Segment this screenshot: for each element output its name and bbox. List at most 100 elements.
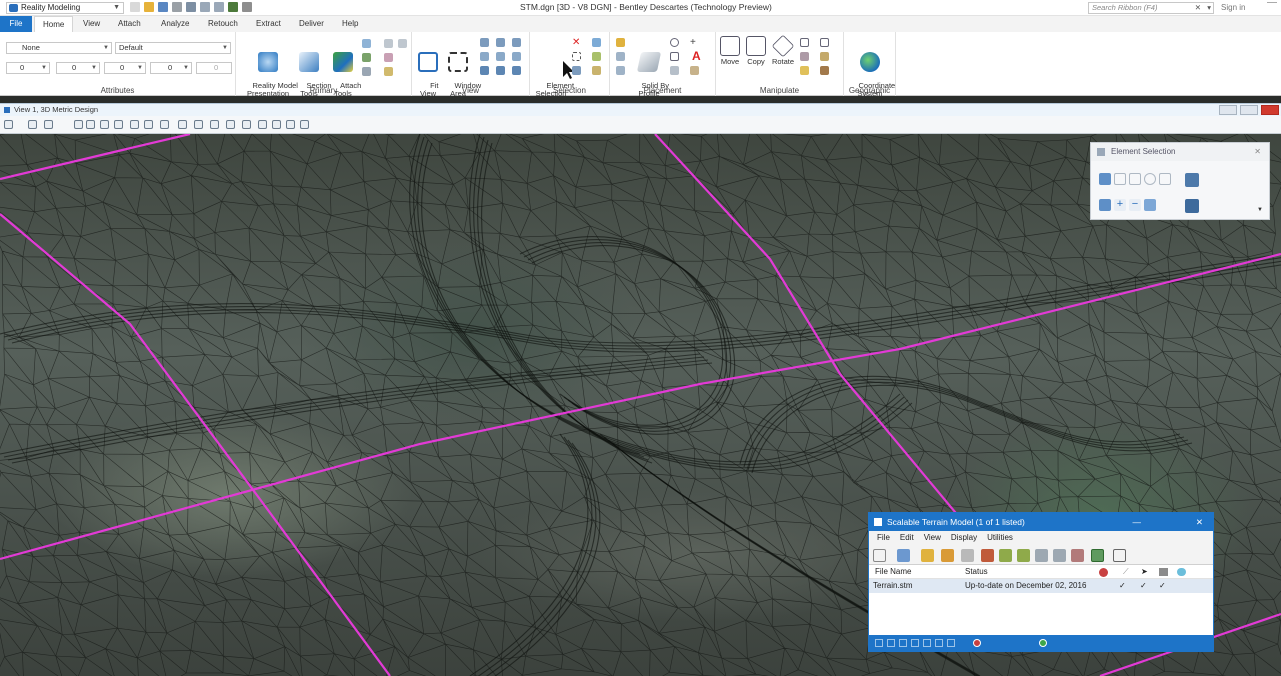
new-file-icon[interactable] xyxy=(130,2,140,12)
view-previous-icon[interactable] xyxy=(512,52,521,61)
view-minimize-icon[interactable] xyxy=(1219,105,1237,115)
select-all-icon[interactable] xyxy=(592,38,601,47)
add-mode-icon[interactable]: + xyxy=(1114,199,1126,211)
array-icon[interactable] xyxy=(800,52,809,61)
select-by-icon[interactable] xyxy=(592,52,601,61)
tab-analyze[interactable]: Analyze xyxy=(153,16,197,32)
element-selection-button[interactable]: Element Selection xyxy=(534,36,574,106)
rotate-view-icon[interactable] xyxy=(144,120,153,129)
chevron-down-icon[interactable]: ▾ xyxy=(1207,3,1211,13)
menu-view[interactable]: View xyxy=(924,531,941,545)
view-close-icon[interactable] xyxy=(1261,105,1279,115)
column-file-name[interactable]: File Name xyxy=(875,565,911,579)
print-icon[interactable] xyxy=(186,2,196,12)
create-terrain-icon[interactable] xyxy=(981,549,994,562)
layers-icon[interactable] xyxy=(384,53,393,62)
search-ribbon-input[interactable]: Search Ribbon (F4) ✕ ▾ xyxy=(1088,2,1214,14)
camera-icon[interactable] xyxy=(272,120,281,129)
menu-file[interactable]: File xyxy=(877,531,890,545)
new-mode-icon[interactable] xyxy=(1099,199,1111,211)
transparency-dropdown[interactable]: 0 ▼ xyxy=(150,62,192,74)
close-icon[interactable]: ✕ xyxy=(1254,143,1261,161)
pan-view-icon[interactable] xyxy=(160,120,169,129)
circle-select-icon[interactable] xyxy=(1144,173,1156,185)
view-settings-icon[interactable] xyxy=(512,66,521,75)
view-maximize-icon[interactable] xyxy=(1240,105,1258,115)
reality-model-presentation-button[interactable]: Reality Model Presentation xyxy=(240,36,298,106)
zoom-out-icon[interactable] xyxy=(100,120,109,129)
camera-icon[interactable] xyxy=(480,66,489,75)
clip-mask-icon[interactable] xyxy=(258,120,267,129)
walk-icon[interactable] xyxy=(496,52,505,61)
minimize-icon[interactable]: — xyxy=(1133,513,1142,531)
open-folder-icon[interactable] xyxy=(921,549,934,562)
scale-icon[interactable] xyxy=(800,38,809,47)
weight-dropdown[interactable]: 0 ▼ xyxy=(104,62,146,74)
menu-display[interactable]: Display xyxy=(951,531,977,545)
attach-folder-icon[interactable] xyxy=(941,549,954,562)
copy-view-icon[interactable] xyxy=(226,120,235,129)
circle-icon[interactable] xyxy=(670,38,679,47)
text-icon[interactable]: A xyxy=(692,50,701,62)
lock-icon[interactable] xyxy=(592,66,601,75)
window-area-icon[interactable] xyxy=(114,120,123,129)
move-button[interactable]: Move xyxy=(718,36,742,66)
open-folder-icon[interactable] xyxy=(144,2,154,12)
render-mode-icon[interactable] xyxy=(44,120,53,129)
redo-icon[interactable] xyxy=(214,2,224,12)
clip-volume-icon[interactable] xyxy=(242,120,251,129)
undo-icon[interactable] xyxy=(200,2,210,12)
terrain-edit-icon[interactable] xyxy=(1017,549,1030,562)
color-dropdown[interactable]: 0 ▼ xyxy=(6,62,50,74)
linestyle-dropdown[interactable]: 0 ▼ xyxy=(56,62,100,74)
tab-retouch[interactable]: Retouch xyxy=(200,16,246,32)
terrain-properties-icon[interactable] xyxy=(1091,549,1104,562)
zoom-in-icon[interactable] xyxy=(480,38,489,47)
tab-view[interactable]: View xyxy=(75,16,108,32)
view-attributes-icon[interactable] xyxy=(4,120,13,129)
modify-icon[interactable] xyxy=(820,52,829,61)
attach-tools-button[interactable]: Attach Tools xyxy=(328,36,361,106)
pattern-icon[interactable] xyxy=(690,66,699,75)
line-select-icon[interactable] xyxy=(1159,173,1171,185)
terrain-icon[interactable] xyxy=(999,549,1012,562)
tree-view-icon[interactable] xyxy=(873,549,886,562)
properties-icon[interactable] xyxy=(384,67,393,76)
update-view-icon[interactable] xyxy=(74,120,83,129)
group-icon[interactable] xyxy=(572,66,581,75)
priority-field[interactable]: 0 xyxy=(196,62,232,74)
rectangle-icon[interactable] xyxy=(670,52,679,61)
section-tools-button[interactable]: Section Tools xyxy=(294,36,332,106)
place-line-icon[interactable] xyxy=(616,38,625,47)
tools-icon[interactable] xyxy=(228,2,238,12)
extend-icon[interactable] xyxy=(820,66,829,75)
copy-button[interactable]: Copy xyxy=(744,36,768,66)
block-select-icon[interactable] xyxy=(1114,173,1126,185)
workflow-selector[interactable]: Reality Modeling ▼ xyxy=(6,2,124,14)
list-view-icon[interactable] xyxy=(897,549,910,562)
trim-icon[interactable] xyxy=(800,66,809,75)
delete-icon[interactable]: ✕ xyxy=(572,38,581,48)
minimize-icon[interactable] xyxy=(1267,2,1277,12)
level-dropdown[interactable]: None ▼ xyxy=(6,42,112,54)
fit-view-button[interactable]: Fit View xyxy=(416,36,440,106)
magnifier-icon[interactable] xyxy=(362,39,371,48)
view-next-icon[interactable] xyxy=(210,120,219,129)
terrain-export-icon[interactable] xyxy=(1053,549,1066,562)
clear-icon[interactable]: ✕ xyxy=(1195,3,1201,13)
window-area-button[interactable]: Window Area xyxy=(442,36,481,106)
terrain-sync-icon[interactable] xyxy=(1035,549,1048,562)
walk-icon[interactable] xyxy=(178,120,187,129)
terrain-delete-icon[interactable] xyxy=(1071,549,1084,562)
display-check[interactable]: ✓ xyxy=(1119,579,1126,593)
cell-icon[interactable] xyxy=(670,66,679,75)
mirror-icon[interactable] xyxy=(820,38,829,47)
tab-extract[interactable]: Extract xyxy=(248,16,289,32)
style-dropdown[interactable]: Default ▼ xyxy=(115,42,231,54)
tab-home[interactable]: Home xyxy=(34,16,74,32)
shape-select-icon[interactable] xyxy=(1129,173,1141,185)
sign-in-link[interactable]: Sign in xyxy=(1221,3,1245,12)
rotate-button[interactable]: Rotate xyxy=(770,34,796,66)
solid-by-profile-button[interactable]: Solid By Profile xyxy=(628,36,670,106)
clear-selection-icon[interactable] xyxy=(1185,173,1199,187)
